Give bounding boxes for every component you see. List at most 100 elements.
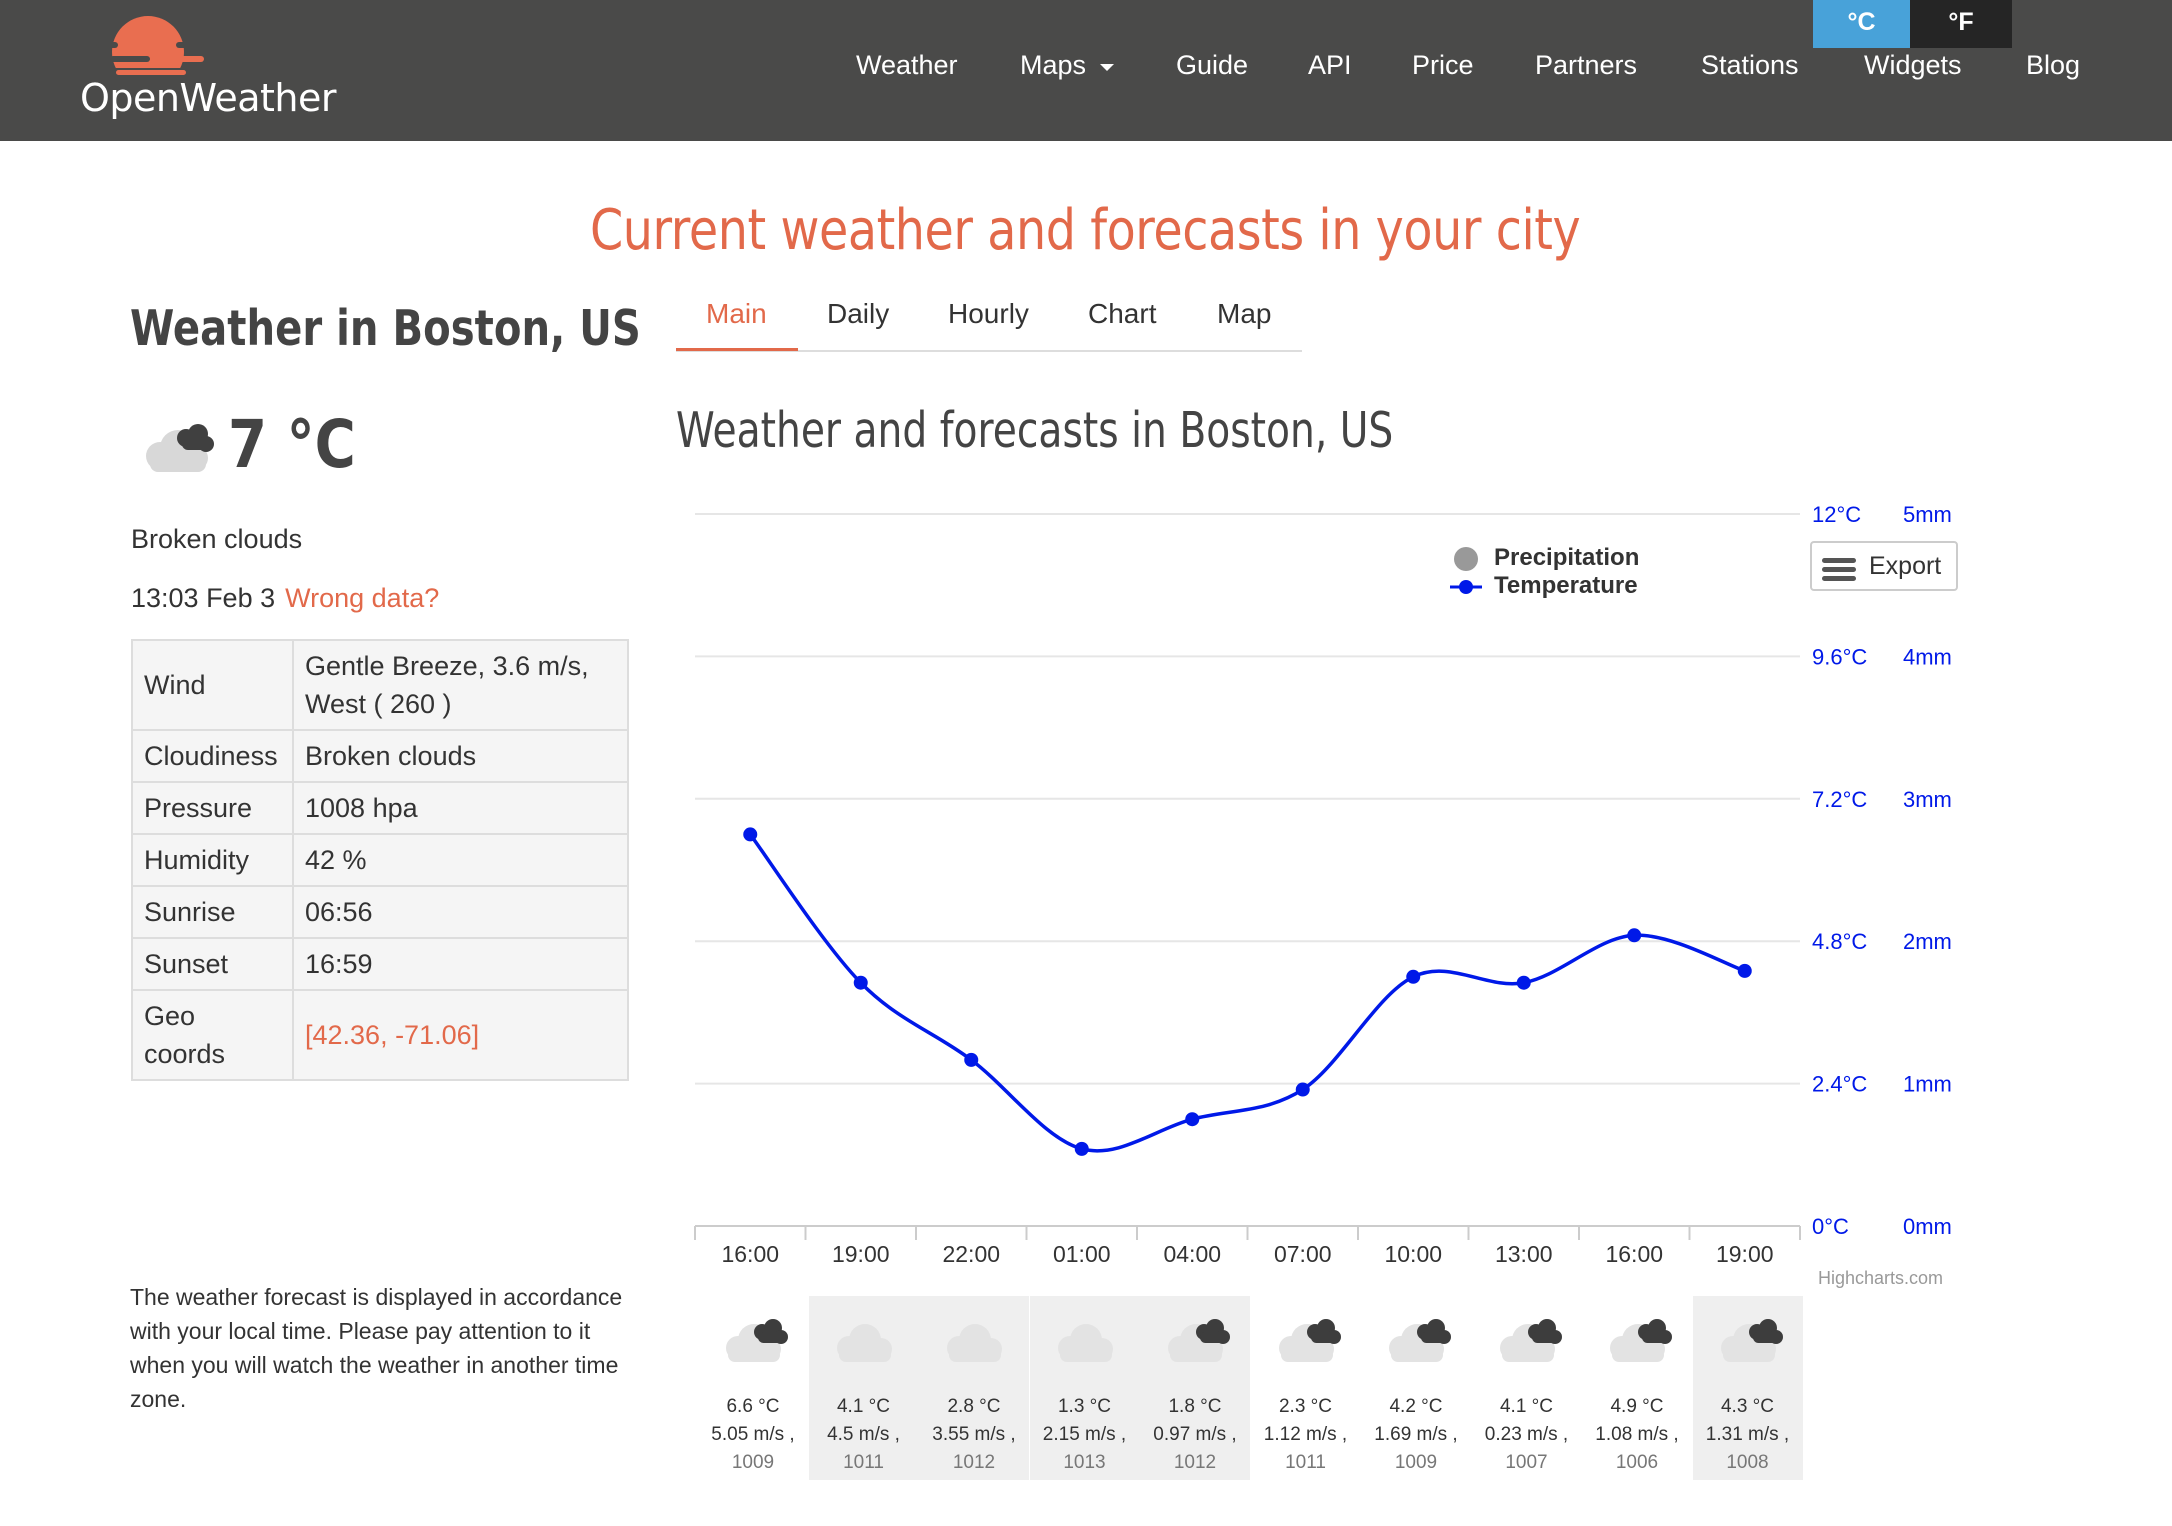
geo-coords-value: [42.36, -71.06] bbox=[292, 989, 629, 1081]
broken-clouds-icon bbox=[1610, 1319, 1672, 1362]
temperature-point bbox=[1295, 1082, 1310, 1097]
nav-weather[interactable]: Weather bbox=[856, 50, 958, 81]
nav-guide[interactable]: Guide bbox=[1176, 50, 1248, 81]
detail-label: Geo coords bbox=[131, 989, 294, 1081]
nav-widgets[interactable]: Widgets bbox=[1864, 50, 1962, 81]
detail-value: 42 % bbox=[292, 833, 629, 887]
forecast-wind: 3.55 m/s , bbox=[932, 1424, 1016, 1445]
precipitation-axis-tick: 4mm bbox=[1903, 644, 1952, 669]
forecast-tabs: Main Daily Hourly Chart Map bbox=[676, 292, 1302, 352]
precipitation-axis-tick: 1mm bbox=[1903, 1072, 1952, 1097]
temperature-axis-tick: 9.6°C bbox=[1812, 644, 1867, 669]
precipitation-legend-marker-icon bbox=[1454, 547, 1478, 571]
nav-maps[interactable]: Maps bbox=[1020, 50, 1114, 81]
table-row: Geo coords [42.36, -71.06] bbox=[131, 989, 629, 1081]
fahrenheit-button[interactable]: °F bbox=[1910, 0, 2012, 48]
forecast-wind: 1.08 m/s , bbox=[1595, 1424, 1679, 1445]
forecast-wind: 4.5 m/s , bbox=[827, 1424, 900, 1445]
openweather-logo[interactable]: OpenWeather bbox=[80, 12, 350, 122]
detail-label: Wind bbox=[131, 639, 294, 731]
nav-blog[interactable]: Blog bbox=[2026, 50, 2080, 81]
x-axis-label: 07:00 bbox=[1274, 1241, 1332, 1267]
sun-logo-icon bbox=[96, 16, 206, 80]
tab-chart[interactable]: Chart bbox=[1088, 298, 1156, 330]
detail-value: Gentle Breeze, 3.6 m/s, West ( 260 ) bbox=[292, 639, 629, 731]
x-axis-label: 13:00 bbox=[1495, 1241, 1553, 1267]
table-row: Pressure 1008 hpa bbox=[131, 781, 629, 835]
forecast-temperature: 4.1 °C bbox=[1499, 1396, 1553, 1417]
forecast-wind: 1.31 m/s , bbox=[1705, 1424, 1790, 1445]
temperature-point bbox=[1406, 969, 1421, 984]
detail-label: Pressure bbox=[131, 781, 294, 835]
active-tab-indicator bbox=[676, 348, 798, 351]
nav-stations[interactable]: Stations bbox=[1701, 50, 1799, 81]
current-time: 13:03 Feb 3 Wrong data? bbox=[131, 583, 439, 614]
broken-clouds-icon bbox=[1499, 1319, 1562, 1362]
forecast-wind: 0.23 m/s , bbox=[1484, 1424, 1569, 1445]
broken-clouds-icon bbox=[1278, 1319, 1341, 1362]
precipitation-axis-tick: 0mm bbox=[1903, 1214, 1952, 1239]
temperature-point bbox=[1627, 928, 1642, 943]
tab-map[interactable]: Map bbox=[1217, 298, 1271, 330]
forecast-item: 2.3 °C 1.12 m/s , 1011 bbox=[1251, 1296, 1361, 1480]
x-axis-label: 16:00 bbox=[1605, 1241, 1663, 1267]
forecast-temperature: 2.8 °C bbox=[947, 1396, 1001, 1417]
export-label: Export bbox=[1869, 552, 1942, 580]
broken-clouds-icon bbox=[146, 424, 214, 472]
table-row: Cloudiness Broken clouds bbox=[131, 729, 629, 783]
tab-daily[interactable]: Daily bbox=[827, 298, 889, 330]
logo-text: OpenWeather bbox=[80, 76, 337, 120]
detail-label: Cloudiness bbox=[131, 729, 294, 783]
forecast-temperature: 4.2 °C bbox=[1389, 1396, 1443, 1417]
chart-credits[interactable]: Highcharts.com bbox=[1818, 1268, 1943, 1289]
detail-value: 1008 hpa bbox=[292, 781, 629, 835]
precipitation-axis-tick: 5mm bbox=[1903, 502, 1952, 527]
temperature-axis-tick: 0°C bbox=[1812, 1214, 1849, 1239]
tab-main[interactable]: Main bbox=[706, 298, 767, 330]
forecast-item: 1.3 °C 2.15 m/s , 1013 bbox=[1029, 1296, 1140, 1480]
temperature-point bbox=[1074, 1141, 1089, 1156]
forecast-temperature: 2.3 °C bbox=[1278, 1396, 1332, 1417]
caret-down-icon bbox=[1099, 63, 1114, 71]
nav-maps-label: Maps bbox=[1020, 50, 1087, 80]
forecast-temperature: 4.3 °C bbox=[1720, 1396, 1774, 1417]
detail-label: Humidity bbox=[131, 833, 294, 887]
table-row: Humidity 42 % bbox=[131, 833, 629, 887]
geo-coords-link[interactable]: [42.36, -71.06] bbox=[305, 1020, 479, 1050]
forecast-wind: 1.69 m/s , bbox=[1374, 1424, 1458, 1445]
cloud-icon bbox=[836, 1324, 892, 1362]
page-title: Current weather and forecasts in your ci… bbox=[589, 198, 1581, 263]
forecast-wind: 1.12 m/s , bbox=[1263, 1424, 1348, 1445]
x-axis-label: 19:00 bbox=[832, 1241, 890, 1267]
forecast-wind: 0.97 m/s , bbox=[1153, 1424, 1237, 1445]
timezone-note: The weather forecast is displayed in acc… bbox=[130, 1284, 623, 1412]
x-axis-label: 19:00 bbox=[1716, 1241, 1774, 1267]
wrong-data-link[interactable]: Wrong data? bbox=[285, 583, 439, 613]
celsius-button[interactable]: °C bbox=[1813, 0, 1910, 48]
nav-api[interactable]: API bbox=[1308, 50, 1352, 81]
detail-value: 16:59 bbox=[292, 937, 629, 991]
precipitation-axis-tick: 3mm bbox=[1903, 787, 1952, 812]
legend-label: Temperature bbox=[1494, 572, 1638, 599]
export-button[interactable]: Export bbox=[1810, 541, 1958, 591]
temperature-point bbox=[1185, 1112, 1200, 1127]
forecast-item: 4.3 °C 1.31 m/s , 1008 bbox=[1692, 1296, 1803, 1480]
detail-label: Sunset bbox=[131, 937, 294, 991]
temperature-axis-tick: 12°C bbox=[1812, 502, 1861, 527]
table-row: Wind Gentle Breeze, 3.6 m/s, West ( 260 ) bbox=[131, 639, 629, 731]
current-description: Broken clouds bbox=[131, 524, 303, 554]
cloud-icon bbox=[947, 1324, 1002, 1362]
current-temperature: 7 °C bbox=[228, 406, 356, 483]
nav-price[interactable]: Price bbox=[1412, 50, 1474, 81]
nav-partners[interactable]: Partners bbox=[1535, 50, 1637, 81]
weather-details-table: Wind Gentle Breeze, 3.6 m/s, West ( 260 )… bbox=[131, 639, 629, 1081]
temperature-axis-tick: 7.2°C bbox=[1812, 787, 1867, 812]
tab-hourly[interactable]: Hourly bbox=[948, 298, 1029, 330]
cloud-icon bbox=[1057, 1324, 1113, 1362]
temperature-point bbox=[1737, 963, 1752, 978]
x-axis-label: 22:00 bbox=[942, 1241, 1000, 1267]
forecast-pressure: 1009 bbox=[731, 1452, 775, 1473]
temperature-point bbox=[1516, 975, 1531, 990]
forecast-item: 4.9 °C 1.08 m/s , 1006 bbox=[1582, 1296, 1692, 1480]
forecast-wind: 2.15 m/s , bbox=[1042, 1424, 1127, 1445]
